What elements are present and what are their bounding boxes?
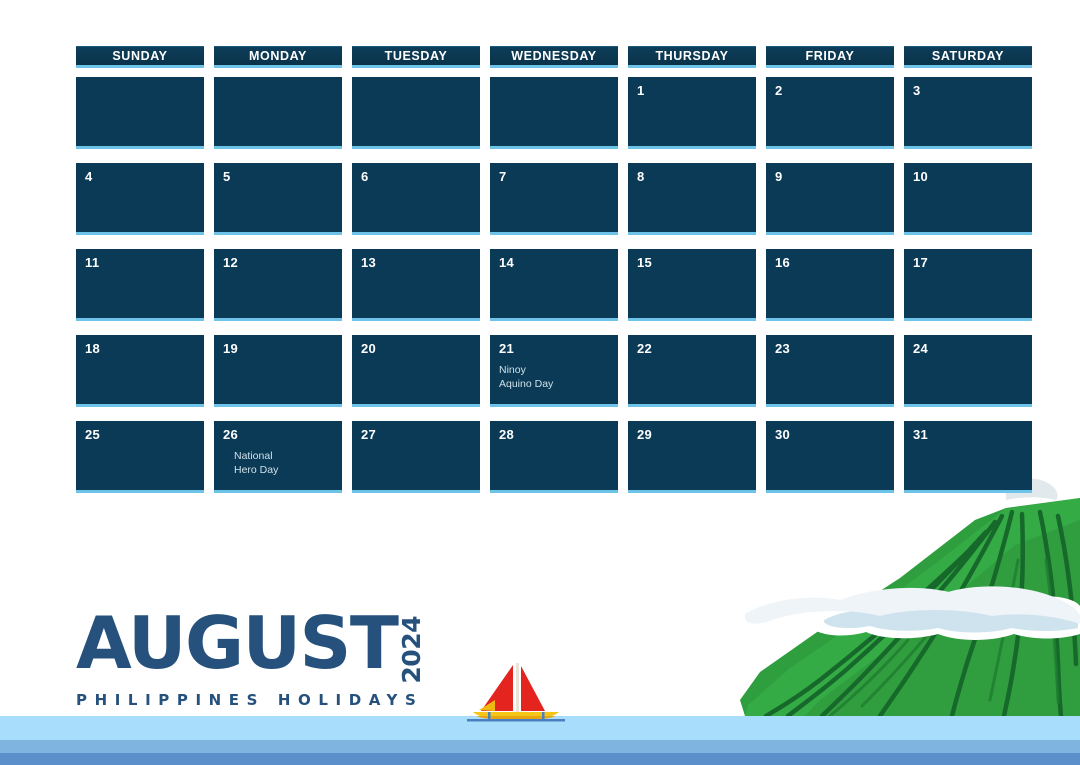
calendar-day-cell[interactable]: 2 [766, 77, 894, 149]
day-number: 26 [223, 427, 239, 442]
calendar-empty-cell[interactable] [214, 77, 342, 149]
holiday-label: National Hero Day [234, 450, 279, 476]
day-number: 30 [775, 427, 791, 442]
day-number: 6 [361, 169, 369, 184]
calendar-week-row: 18 19 20 21 Ninoy Aquino Day 22 23 24 [76, 335, 1032, 407]
weekday-header-label: TUESDAY [384, 48, 448, 63]
title-block: AUGUST 2024 PHILIPPINES HOLIDAYS [76, 601, 426, 709]
calendar-day-cell[interactable]: 1 [628, 77, 756, 149]
day-number: 9 [775, 169, 783, 184]
day-number: 4 [85, 169, 93, 184]
weekday-header-monday: MONDAY [214, 46, 342, 68]
calendar-day-cell[interactable]: 18 [76, 335, 204, 407]
day-number: 29 [637, 427, 653, 442]
weekday-header-friday: FRIDAY [766, 46, 894, 68]
day-number: 15 [637, 255, 653, 270]
calendar-day-cell[interactable]: 15 [628, 249, 756, 321]
weekday-header-label: SATURDAY [931, 48, 1005, 63]
calendar-week-row: 11 12 13 14 15 16 17 [76, 249, 1032, 321]
day-number: 18 [85, 341, 101, 356]
day-number: 17 [913, 255, 929, 270]
calendar-day-cell[interactable]: 9 [766, 163, 894, 235]
day-number: 3 [913, 83, 921, 98]
day-number: 22 [637, 341, 653, 356]
day-number: 19 [223, 341, 239, 356]
calendar-day-cell[interactable]: 13 [352, 249, 480, 321]
calendar-day-cell[interactable]: 14 [490, 249, 618, 321]
day-number: 2 [775, 83, 783, 98]
weekday-header-sunday: SUNDAY [76, 46, 204, 68]
calendar-day-cell[interactable]: 3 [904, 77, 1032, 149]
day-number: 13 [361, 255, 377, 270]
day-number: 20 [361, 341, 377, 356]
calendar-day-cell[interactable]: 30 [766, 421, 894, 493]
calendar-day-cell[interactable]: 29 [628, 421, 756, 493]
red-sail-boat [467, 663, 565, 722]
calendar-day-cell[interactable]: 16 [766, 249, 894, 321]
day-number: 23 [775, 341, 791, 356]
calendar-day-cell[interactable]: 11 [76, 249, 204, 321]
calendar-empty-cell[interactable] [490, 77, 618, 149]
calendar-day-cell[interactable]: 4 [76, 163, 204, 235]
day-number: 24 [913, 341, 929, 356]
day-number: 31 [913, 427, 929, 442]
weekday-header-label: FRIDAY [805, 48, 855, 63]
calendar-week-row: 25 26 National Hero Day 27 28 29 30 31 [76, 421, 1032, 493]
weekday-header-tuesday: TUESDAY [352, 46, 480, 68]
calendar-empty-cell[interactable] [352, 77, 480, 149]
calendar-day-cell[interactable]: 23 [766, 335, 894, 407]
weekday-header-row: SUNDAY MONDAY TUESDAY WEDNESDAY THURSDAY FRID… [76, 46, 1032, 68]
calendar-empty-cell[interactable] [76, 77, 204, 149]
weekday-header-thursday: THURSDAY [628, 46, 756, 68]
calendar-day-cell[interactable]: 24 [904, 335, 1032, 407]
calendar-day-cell[interactable]: 25 [76, 421, 204, 493]
calendar-day-cell[interactable]: 22 [628, 335, 756, 407]
calendar-weeks: 1 2 3 4 5 6 7 8 9 10 11 12 13 14 15 16 17 18 19 20 21 Ninoy A… [76, 77, 1032, 493]
calendar-day-cell[interactable]: 19 [214, 335, 342, 407]
weekday-header-label: WEDNESDAY [511, 48, 597, 63]
day-number: 28 [499, 427, 515, 442]
calendar-day-cell[interactable]: 12 [214, 249, 342, 321]
calendar-week-row: 1 2 3 [76, 77, 1032, 149]
day-number: 8 [637, 169, 645, 184]
calendar-day-cell[interactable]: 26 National Hero Day [214, 421, 342, 493]
calendar-day-cell[interactable]: 17 [904, 249, 1032, 321]
day-number: 16 [775, 255, 791, 270]
weekday-header-saturday: SATURDAY [904, 46, 1032, 68]
month-title: AUGUST [76, 601, 399, 685]
cloud-band [745, 586, 1080, 640]
calendar-subtitle: PHILIPPINES HOLIDAYS [76, 690, 424, 709]
day-number: 12 [223, 255, 239, 270]
day-number: 5 [223, 169, 231, 184]
holiday-label: Ninoy Aquino Day [499, 364, 554, 390]
calendar-day-cell[interactable]: 27 [352, 421, 480, 493]
calendar-grid: SUNDAY MONDAY TUESDAY WEDNESDAY THURSDAY FRID… [76, 46, 1032, 507]
day-number: 10 [913, 169, 929, 184]
calendar-day-cell[interactable]: 8 [628, 163, 756, 235]
calendar-week-row: 4 5 6 7 8 9 10 [76, 163, 1032, 235]
calendar-day-cell[interactable]: 21 Ninoy Aquino Day [490, 335, 618, 407]
year-label: 2024 [396, 616, 426, 684]
weekday-header-label: MONDAY [248, 48, 307, 63]
day-number: 7 [499, 169, 507, 184]
day-number: 27 [361, 427, 377, 442]
day-number: 1 [637, 83, 645, 98]
month-year-line: AUGUST 2024 [76, 601, 426, 685]
weekday-header-label: THURSDAY [655, 48, 729, 63]
day-number: 11 [85, 255, 100, 270]
day-number: 14 [499, 255, 515, 270]
calendar-day-cell[interactable]: 5 [214, 163, 342, 235]
calendar-day-cell[interactable]: 7 [490, 163, 618, 235]
calendar-day-cell[interactable]: 20 [352, 335, 480, 407]
weekday-header-label: SUNDAY [112, 48, 168, 63]
day-number: 25 [85, 427, 101, 442]
day-number: 21 [499, 341, 515, 356]
calendar-day-cell[interactable]: 28 [490, 421, 618, 493]
sea-water-bands [0, 716, 1080, 765]
calendar-day-cell[interactable]: 6 [352, 163, 480, 235]
calendar-day-cell[interactable]: 31 [904, 421, 1032, 493]
calendar-day-cell[interactable]: 10 [904, 163, 1032, 235]
weekday-header-wednesday: WEDNESDAY [490, 46, 618, 68]
green-volcano [740, 478, 1080, 719]
